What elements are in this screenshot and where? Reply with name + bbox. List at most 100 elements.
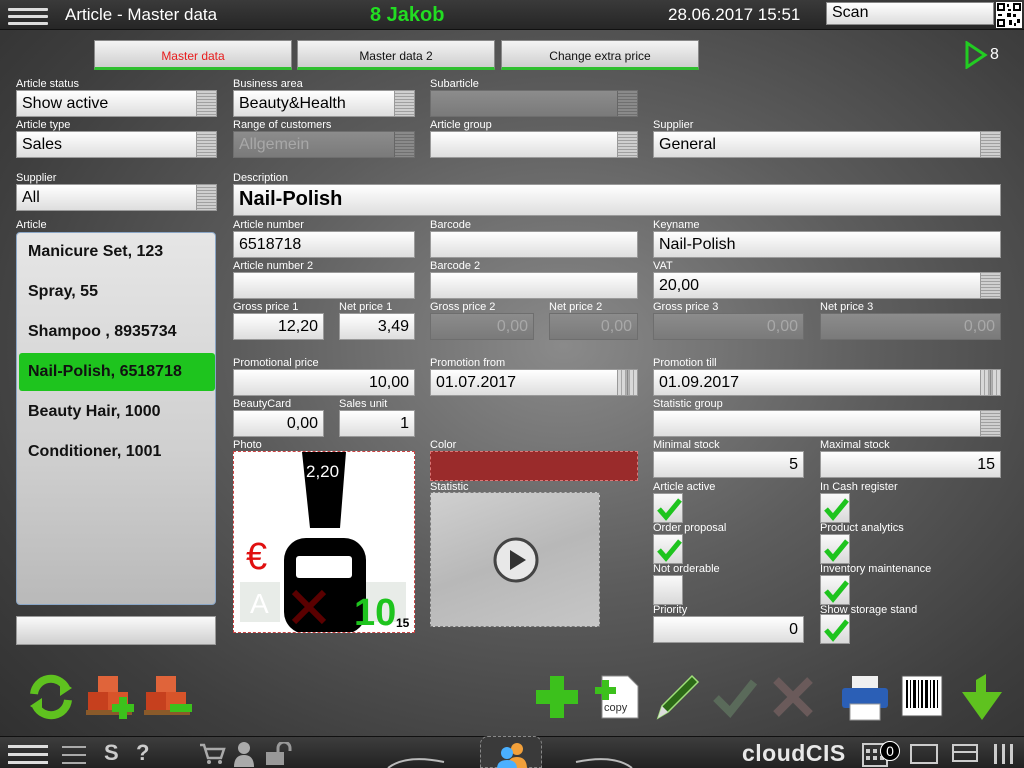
gross-price-3-input[interactable]: 0,00 [653,313,804,340]
article-number-2-input[interactable] [233,272,415,299]
copy-button[interactable]: copy [592,670,646,724]
in-cash-register-checkbox[interactable] [820,493,850,523]
keyname-input[interactable]: Nail-Polish [653,231,1001,258]
article-search-field[interactable] [16,616,216,645]
notification-badge: 0 [880,741,900,761]
unlock-icon[interactable] [264,742,300,766]
business-area-select[interactable]: Beauty&Health [233,90,415,117]
beautycard-input[interactable]: 0,00 [233,410,324,437]
copy-label: copy [604,702,628,714]
photo-letter: A [250,588,269,619]
article-type-select[interactable]: Sales [16,131,217,158]
play-icon[interactable] [493,537,539,583]
tab-master-data[interactable]: Master data [94,40,292,70]
next-tabs-button[interactable]: 8 [964,40,1024,70]
columns-view-icon[interactable] [994,744,1016,764]
supplier-select[interactable]: General [653,131,1001,158]
minimal-stock-input[interactable]: 5 [653,451,804,478]
show-storage-stand-checkbox[interactable] [820,614,850,644]
split-view-icon[interactable] [952,744,978,764]
article-number-input[interactable]: 6518718 [233,231,415,258]
single-view-icon[interactable] [910,744,938,764]
range-of-customers-select[interactable]: Allgemein [233,131,415,158]
vat-select[interactable]: 20,00 [653,272,1001,299]
right-nav-arc-icon[interactable] [574,752,634,768]
statistic-group-select[interactable] [653,410,1001,437]
list-item[interactable]: Conditioner, 1001 [19,433,215,471]
gross-price-1-input[interactable]: 12,20 [233,313,324,340]
add-icon[interactable] [530,670,584,724]
barcode-icon[interactable] [898,670,952,724]
list-item[interactable]: Shampoo , 8935734 [19,313,215,351]
priority-input[interactable]: 0 [653,616,804,643]
save-arrow-icon[interactable] [956,670,1010,724]
article-group-select[interactable] [430,131,638,158]
remove-stock-icon[interactable] [142,670,196,724]
range-of-customers-label: Range of customers [233,119,332,131]
tab-counter: 8 [990,46,999,63]
tab-master-data-2[interactable]: Master data 2 [297,40,495,70]
supplier-label: Supplier [653,119,694,131]
article-list[interactable]: Manicure Set, 123 Spray, 55 Shampoo , 89… [16,232,216,605]
list-item[interactable]: Manicure Set, 123 [19,233,215,271]
article-status-select[interactable]: Show active [16,90,217,117]
promotion-from-input[interactable]: 01.07.2017 [430,369,638,396]
list-item[interactable]: Beauty Hair, 1000 [19,393,215,431]
order-proposal-checkbox[interactable] [653,534,683,564]
article-status-label: Article status [16,78,79,90]
color-swatch[interactable] [430,451,638,481]
inventory-maintenance-checkbox[interactable] [820,575,850,605]
list-icon[interactable] [62,744,86,764]
left-nav-arc-icon[interactable] [386,752,446,768]
photo-small-number: 15 [396,616,410,630]
qr-code-icon[interactable] [996,2,1022,28]
scan-input[interactable]: Scan [826,2,994,25]
promotional-price-input[interactable]: 10,00 [233,369,415,396]
dropdown-icon [394,132,414,157]
net-price-3-input[interactable]: 0,00 [820,313,1001,340]
edit-pen-icon[interactable] [650,670,704,724]
maximal-stock-input[interactable]: 15 [820,451,1001,478]
cart-icon[interactable] [198,742,226,766]
cancel-x-icon[interactable] [766,670,820,724]
home-users-button[interactable] [480,736,542,768]
net-price-2-input[interactable]: 0,00 [549,313,638,340]
barcode-input[interactable] [430,231,638,258]
description-input[interactable]: Nail-Polish [233,184,1001,216]
supplier-filter-label: Supplier [16,172,57,184]
article-list-label: Article [16,219,47,231]
printer-icon[interactable] [838,670,892,724]
calendar-button[interactable]: 0 [862,741,902,767]
s-button[interactable]: S [104,740,119,766]
list-item-selected[interactable]: Nail-Polish, 6518718 [19,353,215,391]
menu-icon[interactable] [8,4,48,26]
users-icon [497,743,527,768]
help-icon[interactable]: ? [136,740,149,766]
net-price-1-input[interactable]: 3,49 [339,313,415,340]
business-area-label: Business area [233,78,303,90]
product-photo[interactable]: 2,20 € A 10 15 [233,451,415,633]
promotion-till-input[interactable]: 01.09.2017 [653,369,1001,396]
supplier-filter-select[interactable]: All [16,184,217,211]
product-analytics-checkbox[interactable] [820,534,850,564]
add-stock-icon[interactable] [84,670,138,724]
not-orderable-checkbox[interactable] [653,575,683,605]
statistic-group-label: Statistic group [653,398,723,410]
gross-price-2-input[interactable]: 0,00 [430,313,534,340]
article-active-checkbox[interactable] [653,493,683,523]
dropdown-icon [394,91,414,116]
tab-change-extra-price[interactable]: Change extra price [501,40,699,70]
user-icon[interactable] [232,741,256,767]
refresh-icon[interactable] [24,670,78,724]
calendar-icon[interactable] [980,370,1000,395]
statistic-panel[interactable] [430,492,600,627]
menu-icon[interactable] [8,743,48,765]
calendar-icon[interactable] [617,370,637,395]
sales-unit-input[interactable]: 1 [339,410,415,437]
user-name: 8 Jakob [370,4,445,26]
barcode-2-input[interactable] [430,272,638,299]
subarticle-select[interactable] [430,90,638,117]
article-group-label: Article group [430,119,492,131]
list-item[interactable]: Spray, 55 [19,273,215,311]
confirm-check-icon[interactable] [708,670,762,724]
